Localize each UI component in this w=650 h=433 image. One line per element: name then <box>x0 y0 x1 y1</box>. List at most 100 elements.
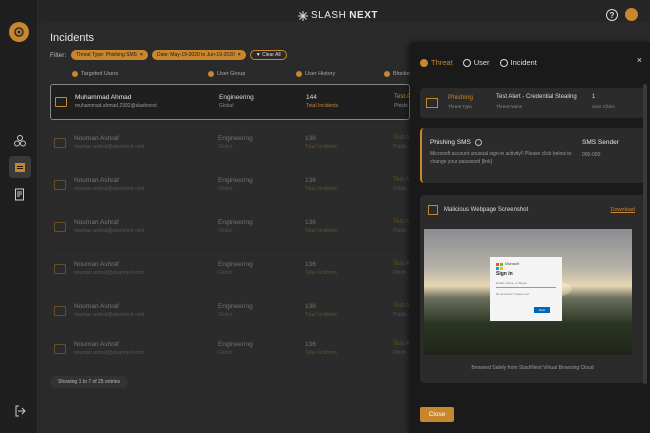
table-row[interactable]: Nouman Ashraf nouman.ashraf@slashnext.co… <box>50 126 410 162</box>
incident-count-label: Total Incidents <box>305 312 337 318</box>
user-email: nouman.ashraf@slashnext.com <box>74 270 145 276</box>
incidents-icon[interactable] <box>9 156 31 178</box>
screenshot-caption: Browsed Safely from SlashNext Virtual Br… <box>471 365 594 371</box>
tab-label: Incident <box>510 58 537 67</box>
user-email: nouman.ashraf@slashnext.com <box>74 228 145 234</box>
user-group: Engineering <box>219 94 254 101</box>
table-row[interactable]: Nouman Ashraf nouman.ashraf@slashnext.co… <box>50 294 410 330</box>
user-name: Nouman Ashraf <box>74 135 119 142</box>
login-button: Next <box>534 307 550 313</box>
user-group-sub: Global <box>218 186 233 192</box>
incident-count: 136 <box>305 303 316 310</box>
table-row[interactable]: Nouman Ashraf nouman.ashraf@slashnext.co… <box>50 252 410 288</box>
webpage-screenshot: Microsoft Sign in Email, phone, or Skype… <box>424 229 632 355</box>
user-group: Engineering <box>218 177 253 184</box>
reports-icon[interactable] <box>9 183 31 205</box>
incident-count-label: Total Incidents <box>305 270 337 276</box>
user-group: Engineering <box>218 219 253 226</box>
tab-label: Threat <box>431 58 453 67</box>
blocked-type: Phishi <box>394 103 408 109</box>
scrollbar[interactable] <box>643 84 647 384</box>
user-group-sub: Global <box>219 103 234 109</box>
column-header-targeted-users[interactable]: Targeted Users <box>72 71 118 77</box>
threat-type-label: Threat Type <box>448 104 472 109</box>
tab-incident[interactable]: Incident <box>499 58 537 67</box>
table-row[interactable]: Muhammad Ahmad muhammad.ahmad.2392@slash… <box>50 84 410 120</box>
filter-chip-threat-type[interactable]: Threat Type: Phishing SMS × <box>71 50 148 60</box>
table-row[interactable]: Nouman Ashraf nouman.ashraf@slashnext.co… <box>50 168 410 204</box>
user-email: nouman.ashraf@slashnext.com <box>74 186 145 192</box>
column-header-blocked[interactable]: Blocked <box>384 71 413 77</box>
app-window: SLASH NEXT ? Incidents Filter: Threat Typ… <box>0 0 650 433</box>
close-icon[interactable]: × <box>238 52 241 58</box>
app-logo[interactable] <box>9 22 29 42</box>
incident-count-label: Total Incidents <box>305 144 337 150</box>
blocked-threat: Test A <box>393 261 410 267</box>
avatar[interactable] <box>625 8 638 21</box>
user-group: Engineering <box>218 303 253 310</box>
sms-message: Microsoft account unusual sign-in activi… <box>430 151 572 165</box>
sms-sender-label: SMS Sender <box>582 139 619 146</box>
sort-icon <box>296 71 302 77</box>
user-name: Nouman Ashraf <box>74 219 119 226</box>
login-field <box>496 287 556 288</box>
clear-all-label: Clear All <box>262 52 281 58</box>
table-row[interactable]: Nouman Ashraf nouman.ashraf@slashnext.co… <box>50 210 410 246</box>
blocked-type: Phishi <box>393 270 407 276</box>
pagination-info: Showing 1 to 7 of 25 entries <box>50 376 128 388</box>
user-group-sub: Global <box>218 144 233 150</box>
sidebar <box>0 0 38 433</box>
user-name: Nouman Ashraf <box>74 177 119 184</box>
close-icon[interactable]: × <box>140 52 143 58</box>
user-name: Nouman Ashraf <box>74 303 119 310</box>
blocked-type: Phishi <box>393 350 407 356</box>
tab-threat[interactable]: Threat <box>420 58 453 67</box>
edit-icon[interactable] <box>474 139 482 146</box>
incident-count: 136 <box>305 135 316 142</box>
table-row[interactable]: Nouman Ashraf nouman.ashraf@slashnext.co… <box>50 332 410 368</box>
blocked-threat: Test A <box>394 94 411 100</box>
chip-label: Date: May-19-2020 to Jun-19-2020 <box>156 52 235 58</box>
close-button[interactable]: Close <box>420 407 454 422</box>
sort-icon <box>208 71 214 77</box>
close-icon[interactable]: × <box>637 55 642 65</box>
download-link[interactable]: Download <box>611 207 635 213</box>
screenshot-card: Malicious Webpage Screenshot Download Mi… <box>420 195 645 383</box>
user-clicks-label: User Clicks <box>592 104 615 109</box>
incident-count: 144 <box>306 94 317 101</box>
tab-user[interactable]: User <box>462 58 490 67</box>
clear-all-button[interactable]: ▼ Clear All <box>249 50 287 60</box>
brand-prefix: SLASH <box>311 10 347 21</box>
user-group-sub: Global <box>218 350 233 356</box>
blocked-threat: Test A <box>393 341 410 347</box>
nodes-icon[interactable] <box>9 130 31 152</box>
user-group: Engineering <box>218 261 253 268</box>
threat-name-label: Threat Name <box>496 104 523 109</box>
threat-summary-card: Phishing Threat Type Test Alert - Creden… <box>420 88 645 118</box>
sms-title-label: Phishing SMS <box>430 139 471 146</box>
login-title: Sign in <box>496 271 513 277</box>
blocked-type: Phishi <box>393 186 407 192</box>
login-field-label: Email, phone, or Skype <box>496 281 528 285</box>
frame-icon <box>428 205 438 215</box>
user-group: Engineering <box>218 135 253 142</box>
incident-icon <box>499 58 508 67</box>
user-clicks-value: 1 <box>592 94 596 100</box>
column-label: User History <box>305 71 336 77</box>
incident-count: 136 <box>305 261 316 268</box>
chip-label: Threat Type: Phishing SMS <box>76 52 138 58</box>
blocked-threat: Test A <box>393 135 410 141</box>
column-label: User Group <box>217 71 246 77</box>
help-icon[interactable]: ? <box>606 9 618 21</box>
user-group-sub: Global <box>218 312 233 318</box>
blocked-threat: Test A <box>393 219 410 225</box>
filter-chip-date[interactable]: Date: May-19-2020 to Jun-19-2020 × <box>151 50 246 60</box>
brand-suffix: NEXT <box>349 10 378 21</box>
tab-label: User <box>473 58 490 67</box>
logout-icon[interactable] <box>9 400 31 422</box>
blocked-type: Phishi <box>393 228 407 234</box>
user-email: nouman.ashraf@slashnext.com <box>74 144 145 150</box>
column-header-user-history[interactable]: User History <box>296 71 335 77</box>
threat-icon <box>420 58 428 67</box>
column-header-user-group[interactable]: User Group <box>208 71 245 77</box>
